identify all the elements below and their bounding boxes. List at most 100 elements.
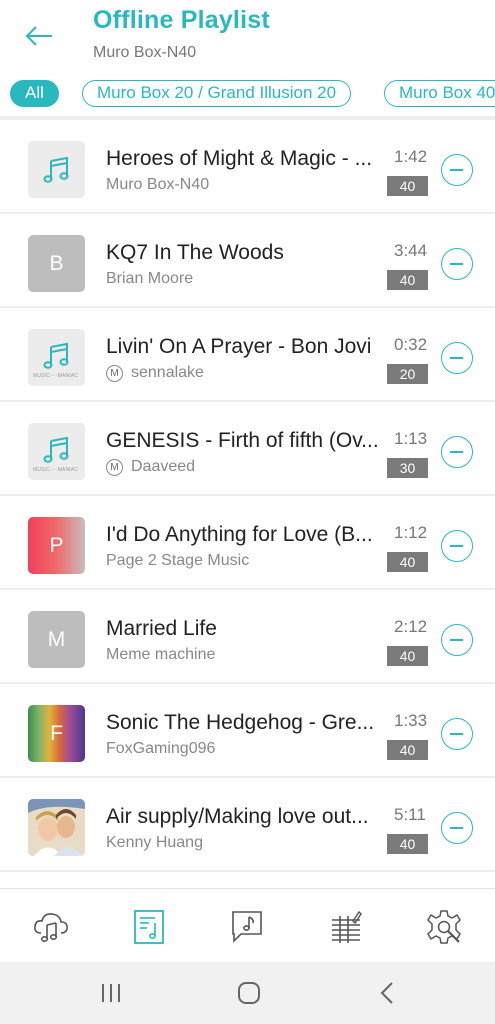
song-title: KQ7 In The Woods [106, 241, 284, 264]
song-duration: 1:12 [394, 523, 428, 542]
equalizer-icon [332, 910, 362, 943]
song-duration: 1:42 [394, 147, 428, 166]
song-artist: M Daaveed [106, 458, 195, 476]
nav-settings[interactable] [424, 907, 464, 947]
song-artist: Kenny Huang [106, 834, 203, 852]
song-title: Air supply/Making love out... [106, 805, 369, 828]
filter-chip-box20[interactable]: Muro Box 20 / Grand Illusion 20 [82, 80, 352, 107]
artist-name: Kenny Huang [106, 834, 203, 851]
maker-badge-icon: M [106, 458, 123, 476]
artist-name: Meme machine [106, 646, 216, 663]
page-title: Offline Playlist [93, 6, 270, 34]
song-artist: Meme machine [106, 646, 215, 664]
song-artist: Msennalake [106, 364, 204, 382]
song-title: Married Life [106, 617, 217, 640]
home-button[interactable] [234, 980, 264, 1006]
back-arrow-icon [25, 26, 52, 46]
song-duration: 1:13 [394, 429, 428, 448]
back-button[interactable] [22, 20, 56, 54]
cloud-music-icon [34, 913, 68, 942]
artist-name: Muro Box-N40 [106, 176, 210, 193]
song-artist: Brian Moore [106, 270, 193, 288]
box-size-badge: 30 [387, 458, 428, 478]
song-thumbnail [28, 141, 85, 198]
artist-name: sennalake [131, 364, 204, 381]
song-row[interactable]: Air supply/Making love out... Kenny Huan… [0, 778, 495, 870]
song-row[interactable]: MUSIC····MANIAC GENESIS - Firth of fifth… [0, 402, 495, 494]
filter-chips: All Muro Box 20 / Grand Illusion 20 Muro… [0, 80, 495, 110]
playlist-icon [134, 910, 164, 944]
song-artist: Page 2 Stage Music [106, 552, 249, 570]
app-header: Offline Playlist Muro Box-N40 [0, 0, 495, 78]
box-size-badge: 40 [387, 834, 428, 854]
music-note-icon [43, 342, 68, 369]
album-art-image [28, 799, 85, 856]
song-title: Sonic The Hedgehog - Gre... [106, 711, 375, 734]
maker-badge-icon: M [106, 364, 123, 382]
filter-chip-all[interactable]: All [10, 80, 59, 107]
music-note-icon [43, 156, 68, 183]
song-title: I'd Do Anything for Love (B... [106, 523, 373, 546]
nav-equalizer[interactable] [326, 907, 366, 947]
song-artist: Muro Box-N40 [106, 176, 209, 194]
album-art-thumbnail [28, 799, 85, 856]
chevron-left-icon [380, 982, 393, 1004]
song-thumbnail: P [28, 517, 85, 574]
song-duration: 5:11 [394, 805, 426, 824]
box-size-badge: 40 [387, 270, 428, 290]
system-back-button[interactable] [373, 980, 403, 1006]
song-row[interactable]: F Sonic The Hedgehog - Gre... FoxGaming0… [0, 684, 495, 776]
remove-song-button[interactable] [441, 342, 473, 374]
song-artist: FoxGaming096 [106, 740, 215, 758]
song-thumbnail: MUSIC····MANIAC [28, 329, 85, 386]
song-thumbnail: F [28, 705, 85, 762]
thumbnail-brand-mark: MUSIC····MANIAC [33, 373, 79, 379]
nav-playlist[interactable] [129, 907, 169, 947]
remove-song-button[interactable] [441, 530, 473, 562]
artist-name: Page 2 Stage Music [106, 552, 250, 569]
remove-song-button[interactable] [441, 812, 473, 844]
nav-cloud-music[interactable] [31, 907, 71, 947]
song-duration: 1:33 [394, 711, 428, 730]
remove-song-button[interactable] [441, 154, 473, 186]
song-row[interactable]: Heroes of Might & Magic - ... Muro Box-N… [0, 120, 495, 212]
recent-apps-button[interactable] [96, 980, 126, 1006]
song-duration: 3:44 [394, 241, 428, 260]
song-thumbnail: MUSIC····MANIAC [28, 423, 85, 480]
song-title: Livin' On A Prayer - Bon Jovi [106, 335, 372, 358]
remove-song-button[interactable] [441, 436, 473, 468]
box-size-badge: 40 [387, 646, 428, 666]
song-row[interactable]: B KQ7 In The Woods Brian Moore 3:44 40 [0, 214, 495, 306]
remove-song-button[interactable] [441, 248, 473, 280]
box-size-badge: 40 [387, 740, 428, 760]
box-size-badge: 40 [387, 176, 428, 196]
song-row[interactable]: MUSIC····MANIAC Livin' On A Prayer - Bon… [0, 308, 495, 400]
home-icon [238, 982, 260, 1004]
artist-name: Daaveed [131, 458, 196, 475]
settings-icon [427, 910, 461, 944]
song-title: GENESIS - Firth of fifth (Ov... [106, 429, 379, 452]
artist-name: Brian Moore [106, 270, 194, 287]
song-list[interactable]: Heroes of Might & Magic - ... Muro Box-N… [0, 116, 495, 888]
song-duration: 0:32 [394, 335, 428, 354]
song-duration: 2:12 [394, 617, 428, 636]
song-row[interactable]: M Married Life Meme machine 2:12 40 [0, 590, 495, 682]
music-note-icon [43, 436, 68, 463]
box-size-badge: 20 [387, 364, 428, 384]
bottom-nav [0, 888, 495, 962]
remove-song-button[interactable] [441, 718, 473, 750]
remove-song-button[interactable] [441, 624, 473, 656]
song-row[interactable]: P I'd Do Anything for Love (B... Page 2 … [0, 496, 495, 588]
device-name: Muro Box-N40 [93, 44, 197, 61]
song-thumbnail: M [28, 611, 85, 668]
message-music-icon [232, 911, 262, 943]
artist-name: FoxGaming096 [106, 740, 216, 757]
song-title: Heroes of Might & Magic - ... [106, 147, 373, 170]
filter-chip-box40[interactable]: Muro Box 40 [384, 80, 495, 107]
song-thumbnail: B [28, 235, 85, 292]
thumbnail-brand-mark: MUSIC····MANIAC [33, 467, 79, 473]
song-row-partial [0, 872, 495, 888]
recent-apps-icon [102, 984, 120, 1002]
nav-message-music[interactable] [227, 907, 267, 947]
system-nav-bar [0, 962, 495, 1024]
